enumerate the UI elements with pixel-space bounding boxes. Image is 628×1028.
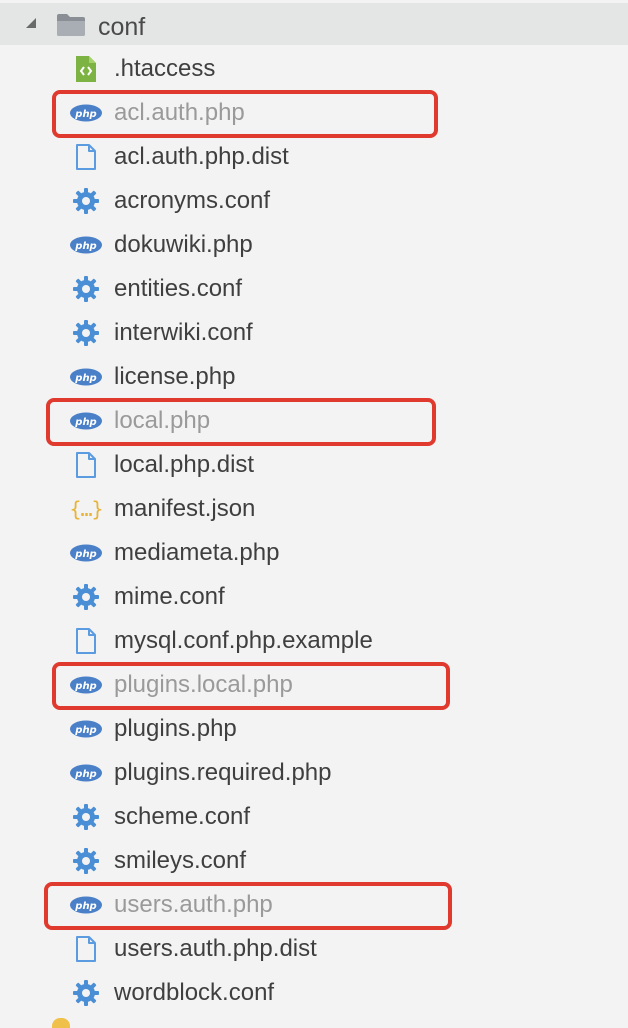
file-row[interactable]: php dokuwiki.php: [0, 223, 628, 267]
file-name: wordblock.conf: [114, 979, 275, 1006]
highlight-box: [44, 882, 452, 930]
highlight-box: [46, 398, 436, 446]
file-name: users.auth.php.dist: [114, 935, 317, 962]
file-row[interactable]: scheme.conf: [0, 795, 628, 839]
file-name: .htaccess: [114, 55, 216, 82]
file-name: mysql.conf.php.example: [114, 627, 373, 654]
gear-icon: [68, 187, 104, 215]
file-tree: conf .htaccess php acl.auth.php acl.auth.ph…: [0, 0, 628, 1026]
svg-text:php: php: [74, 769, 96, 780]
svg-text:php: php: [74, 241, 96, 252]
file-row[interactable]: local.php.dist: [0, 443, 628, 487]
gear-icon: [68, 803, 104, 831]
file-row[interactable]: users.auth.php.dist: [0, 927, 628, 971]
file-icon: [68, 451, 104, 479]
file-name: entities.conf: [114, 275, 243, 302]
file-row[interactable]: mime.conf: [0, 575, 628, 619]
gear-icon: [68, 319, 104, 347]
file-name: mime.conf: [114, 583, 225, 610]
svg-text:php: php: [74, 725, 96, 736]
file-name: acl.auth.php.dist: [114, 143, 289, 170]
file-row[interactable]: {…} manifest.json: [0, 487, 628, 531]
gear-icon: [68, 583, 104, 611]
json-icon: {…}: [69, 497, 103, 521]
php-icon: php: [68, 759, 104, 787]
folder-row-conf[interactable]: conf: [0, 3, 628, 45]
file-row[interactable]: php mediameta.php: [0, 531, 628, 575]
file-row[interactable]: interwiki.conf: [0, 311, 628, 355]
gear-icon: [68, 275, 104, 303]
next-item-icon-stub: [52, 1018, 70, 1028]
php-icon: php: [68, 539, 104, 567]
file-row[interactable]: .htaccess: [0, 47, 628, 91]
php-icon: php: [68, 231, 104, 259]
file-row[interactable]: php plugins.php: [0, 707, 628, 751]
file-name: plugins.php: [114, 715, 237, 742]
svg-text:php: php: [74, 373, 96, 384]
file-icon: [68, 627, 104, 655]
file-row[interactable]: acl.auth.php.dist: [0, 135, 628, 179]
file-name: dokuwiki.php: [114, 231, 253, 258]
file-name: manifest.json: [114, 495, 256, 522]
php-icon: php: [68, 363, 104, 391]
highlight-box: [52, 662, 450, 710]
chevron-down-icon[interactable]: [26, 18, 36, 28]
highlight-box: [52, 90, 438, 138]
code-file-icon: [68, 55, 104, 83]
gear-icon: [68, 979, 104, 1007]
file-name: license.php: [114, 363, 236, 390]
file-row[interactable]: mysql.conf.php.example: [0, 619, 628, 663]
file-row[interactable]: acronyms.conf: [0, 179, 628, 223]
file-row[interactable]: smileys.conf: [0, 839, 628, 883]
folder-icon: [56, 13, 86, 37]
file-name: acronyms.conf: [114, 187, 271, 214]
file-row[interactable]: php license.php: [0, 355, 628, 399]
file-name: mediameta.php: [114, 539, 280, 566]
file-name: scheme.conf: [114, 803, 251, 830]
file-row[interactable]: entities.conf: [0, 267, 628, 311]
folder-name: conf: [98, 13, 146, 41]
file-row[interactable]: wordblock.conf: [0, 971, 628, 1015]
file-name: smileys.conf: [114, 847, 247, 874]
file-row[interactable]: php plugins.required.php: [0, 751, 628, 795]
svg-text:php: php: [74, 549, 96, 560]
file-icon: [68, 143, 104, 171]
php-icon: php: [68, 715, 104, 743]
file-name: interwiki.conf: [114, 319, 253, 346]
file-icon: [68, 935, 104, 963]
gear-icon: [68, 847, 104, 875]
file-name: local.php.dist: [114, 451, 255, 478]
file-name: plugins.required.php: [114, 759, 332, 786]
